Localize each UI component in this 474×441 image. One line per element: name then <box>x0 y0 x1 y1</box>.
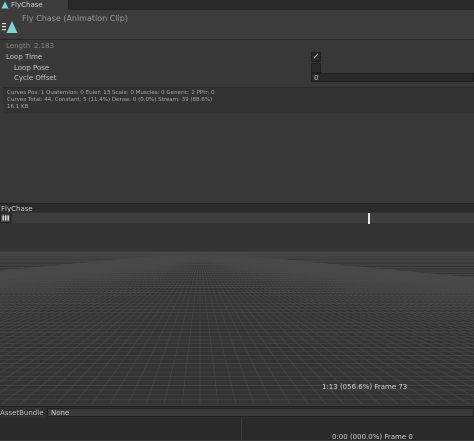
tab-strip <box>0 0 474 10</box>
tab-flychase[interactable]: FlyChase <box>0 0 69 10</box>
length-value: 2.183 <box>34 42 55 50</box>
assetbundle-dropdown[interactable]: None <box>47 408 474 417</box>
curve-info-box: Curves Pos: 1 Quaternion: 0 Euler: 13 Sc… <box>3 87 474 113</box>
size-info: 16.1 KB <box>7 104 29 110</box>
curves-pos-info: Curves Pos: 1 Quaternion: 0 Euler: 13 Sc… <box>7 90 215 96</box>
frame-label: 1:13 (056.6%) Frame 73 <box>322 383 408 391</box>
loop-pose-checkbox[interactable] <box>311 63 321 73</box>
loop-time-label: Loop Time <box>6 53 43 61</box>
timeline-playhead[interactable] <box>368 213 370 224</box>
cycle-offset-value: 0 <box>314 74 319 82</box>
tab-label: FlyChase <box>11 1 43 9</box>
animation-clip-icon <box>2 21 18 33</box>
pause-icon <box>2 215 9 221</box>
preview-viewport[interactable] <box>0 224 474 405</box>
assetbundle-label: AssetBundle <box>0 409 44 417</box>
inspector-header: Fly Chase (Animation Clip) <box>0 10 474 40</box>
loop-pose-label: Loop Pose <box>14 64 50 72</box>
cycle-offset-label: Cycle Offset <box>14 74 57 82</box>
clip-title: Fly Chase (Animation Clip) <box>22 14 128 23</box>
preview-timeline <box>0 212 474 224</box>
bottom-divider <box>241 418 242 440</box>
play-pause-button[interactable] <box>0 213 11 223</box>
loop-time-checkbox[interactable]: ✓ <box>311 52 321 62</box>
length-label: Length <box>6 42 31 50</box>
assetbundle-value: None <box>51 409 70 417</box>
ground-grid <box>0 224 474 405</box>
animation-clip-icon <box>1 1 9 9</box>
timeline-scrub-bar[interactable] <box>12 213 474 223</box>
cycle-offset-field[interactable]: 0 <box>311 73 474 82</box>
curves-total-info: Curves Total: 44, Constant: 5 (11.4%) De… <box>7 97 213 103</box>
